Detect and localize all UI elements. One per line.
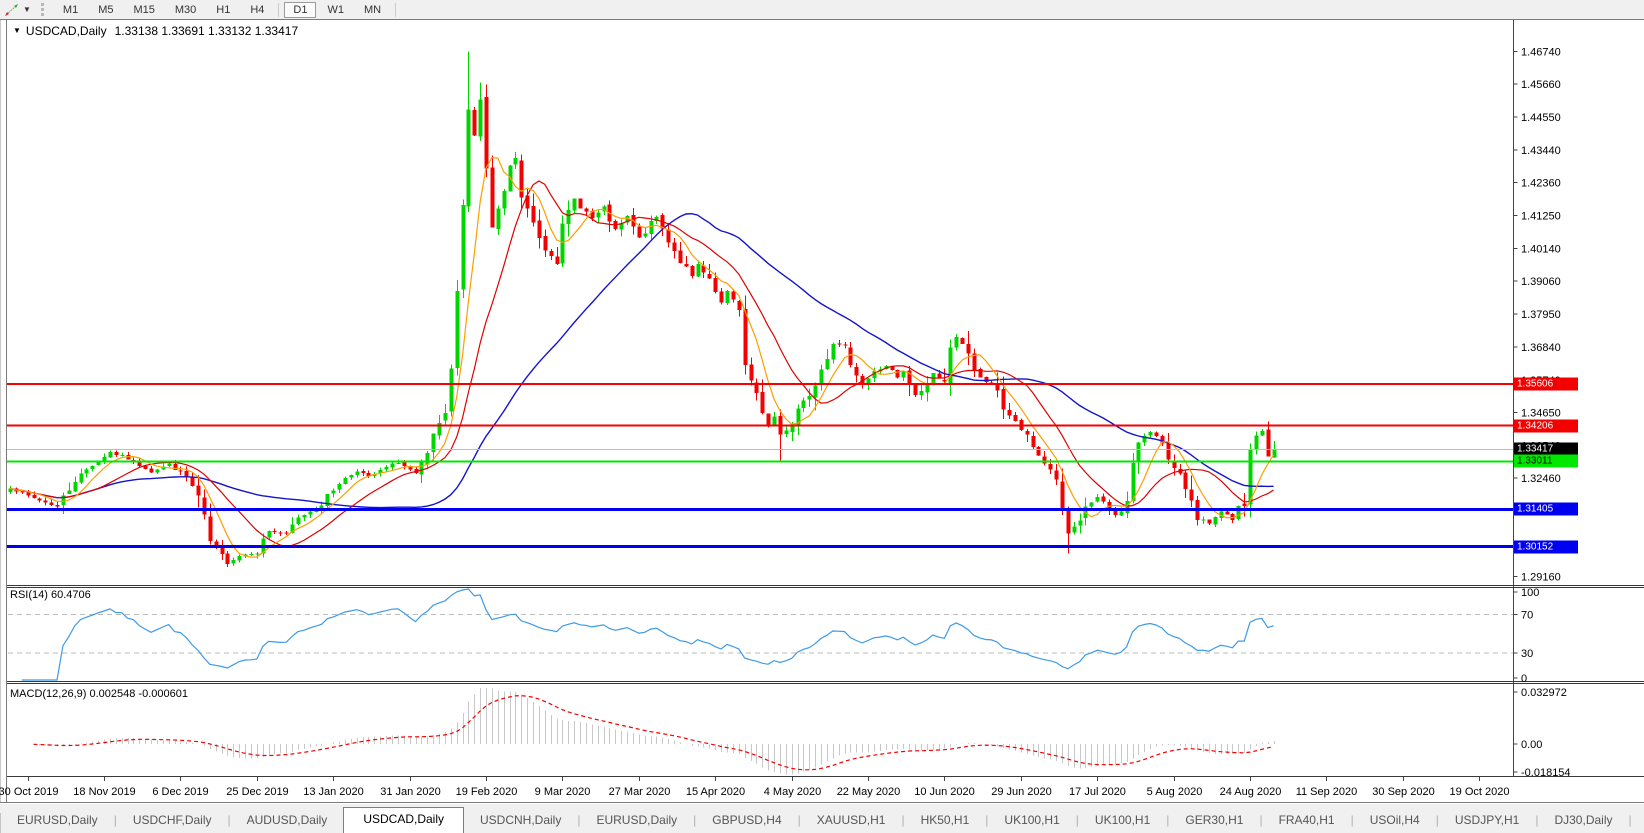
chart-tab-eurusd-daily[interactable]: EURUSD,Daily — [580, 809, 693, 833]
chart-tab-uk100-h1[interactable]: UK100,H1 — [1079, 809, 1166, 833]
chart-tab-audusd-daily[interactable]: AUDUSD,Daily — [231, 809, 344, 833]
svg-text:30 Oct 2019: 30 Oct 2019 — [0, 786, 58, 798]
timeframe-mn-button[interactable]: MN — [355, 2, 390, 18]
chart-symbol-period: USDCAD,Daily — [26, 24, 107, 38]
svg-text:19 Feb 2020: 19 Feb 2020 — [456, 786, 518, 798]
svg-text:6 Dec 2019: 6 Dec 2019 — [152, 786, 208, 798]
svg-text:1.45660: 1.45660 — [1521, 79, 1561, 91]
timeframe-h4-button[interactable]: H4 — [241, 2, 273, 18]
svg-text:11 Sep 2020: 11 Sep 2020 — [1296, 786, 1358, 798]
price-tag-resistance-1: 1.35606 — [1514, 377, 1578, 390]
price-tag-pivot: 1.33011 — [1514, 455, 1578, 468]
timeframe-h1-button[interactable]: H1 — [207, 2, 239, 18]
timeframe-m1-button[interactable]: M1 — [54, 2, 87, 18]
toolbar-separator — [395, 3, 396, 17]
chart-tab-usoil-h4[interactable]: USOil,H4 — [1354, 809, 1436, 833]
svg-text:1.46740: 1.46740 — [1521, 47, 1561, 59]
chart-tab-usdchf-daily[interactable]: USDCHF,Daily — [117, 809, 228, 833]
chart-tab-gbpusd-h4[interactable]: GBPUSD,H4 — [696, 809, 797, 833]
chart-tool-icon[interactable] — [4, 3, 20, 17]
chart-tab-usdcad-daily[interactable]: USDCAD,Daily — [343, 807, 464, 833]
timeframe-w1-button[interactable]: W1 — [318, 2, 353, 18]
price-tag-resistance-2: 1.34206 — [1514, 419, 1578, 432]
timeframe-m30-button[interactable]: M30 — [166, 2, 205, 18]
svg-text:1.39060: 1.39060 — [1521, 276, 1561, 288]
toolbar-separator — [278, 3, 279, 17]
svg-text:27 Mar 2020: 27 Mar 2020 — [609, 786, 671, 798]
chart-tab-usdjpy-h1[interactable]: USDJPY,H1 — [1439, 809, 1535, 833]
svg-text:9 Mar 2020: 9 Mar 2020 — [535, 786, 591, 798]
price-tag-support-2: 1.30152 — [1514, 540, 1578, 553]
svg-text:10 Jun 2020: 10 Jun 2020 — [914, 786, 975, 798]
svg-text:1.41250: 1.41250 — [1521, 211, 1561, 223]
svg-text:100: 100 — [1521, 587, 1539, 599]
svg-text:1.40140: 1.40140 — [1521, 244, 1561, 256]
timeframe-d1-button[interactable]: D1 — [284, 2, 316, 18]
svg-text:-0.018154: -0.018154 — [1521, 767, 1571, 779]
svg-text:31 Jan 2020: 31 Jan 2020 — [380, 786, 441, 798]
chart-tab-china300-h1[interactable]: CHINA300,H1 — [1632, 809, 1644, 833]
svg-text:30: 30 — [1521, 648, 1533, 660]
svg-text:25 Dec 2019: 25 Dec 2019 — [226, 786, 288, 798]
chart-area[interactable]: 1.46740 1.45660 1.44550 1.43440 1.42360 1.412… — [0, 0, 1644, 833]
svg-text:17 Jul 2020: 17 Jul 2020 — [1069, 786, 1126, 798]
svg-text:24 Aug 2020: 24 Aug 2020 — [1220, 786, 1282, 798]
chart-tab-hk50-h1[interactable]: HK50,H1 — [905, 809, 986, 833]
svg-text:29 Jun 2020: 29 Jun 2020 — [991, 786, 1052, 798]
chart-ohlc-values: 1.33138 1.33691 1.33132 1.33417 — [115, 24, 299, 38]
svg-text:30 Sep 2020: 30 Sep 2020 — [1372, 786, 1434, 798]
svg-text:4 May 2020: 4 May 2020 — [764, 786, 821, 798]
mt4-terminal: { "toolbar": { "timeframes": ["M1","M5",… — [0, 0, 1644, 833]
chart-tabbar: EURUSD,Daily|USDCHF,Daily|AUDUSD,DailyUS… — [0, 804, 1644, 833]
chart-tab-eurusd-daily[interactable]: EURUSD,Daily — [1, 809, 114, 833]
chart-tab-fra40-h1[interactable]: FRA40,H1 — [1263, 809, 1351, 833]
chart-tab-usdcnh-daily[interactable]: USDCNH,Daily — [464, 809, 577, 833]
svg-text:13 Jan 2020: 13 Jan 2020 — [303, 786, 364, 798]
chart-title: ▼ USDCAD,Daily 1.33138 1.33691 1.33132 1.3… — [13, 24, 298, 38]
macd-indicator-label: MACD(12,26,9) 0.002548 -0.000601 — [10, 688, 188, 700]
chart-tab-dj30-daily[interactable]: DJ30,Daily — [1538, 809, 1628, 833]
chart-tab-uk100-h1[interactable]: UK100,H1 — [988, 809, 1075, 833]
svg-text:1.32460: 1.32460 — [1521, 473, 1561, 485]
svg-text:1.37950: 1.37950 — [1521, 309, 1561, 321]
svg-text:18 Nov 2019: 18 Nov 2019 — [73, 786, 135, 798]
svg-text:1.42360: 1.42360 — [1521, 177, 1561, 189]
chart-tab-xauusd-h1[interactable]: XAUUSD,H1 — [801, 809, 902, 833]
svg-text:22 May 2020: 22 May 2020 — [837, 786, 901, 798]
svg-text:0.00: 0.00 — [1521, 739, 1542, 751]
chevron-down-icon[interactable]: ▼ — [23, 5, 31, 14]
rsi-indicator-label: RSI(14) 60.4706 — [10, 589, 91, 601]
svg-text:1.44550: 1.44550 — [1521, 112, 1561, 124]
collapse-triangle-icon[interactable]: ▼ — [13, 26, 21, 35]
chart-tab-ger30-h1[interactable]: GER30,H1 — [1169, 809, 1259, 833]
price-tag-support-1: 1.31405 — [1514, 503, 1578, 516]
svg-text:1.43440: 1.43440 — [1521, 145, 1561, 157]
svg-text:1.36840: 1.36840 — [1521, 342, 1561, 354]
svg-text:19 Oct 2020: 19 Oct 2020 — [1450, 786, 1510, 798]
svg-text:5 Aug 2020: 5 Aug 2020 — [1147, 786, 1203, 798]
timeframe-m15-button[interactable]: M15 — [124, 2, 163, 18]
svg-text:15 Apr 2020: 15 Apr 2020 — [686, 786, 745, 798]
svg-text:1.29160: 1.29160 — [1521, 571, 1561, 583]
timeframe-m5-button[interactable]: M5 — [89, 2, 122, 18]
toolbar-drag-handle[interactable] — [41, 3, 44, 16]
timeframe-toolbar: ▼ M1M5M15M30H1H4 D1W1MN — [0, 0, 1644, 19]
price-tag-current-price: 1.33417 — [1514, 443, 1578, 456]
svg-text:70: 70 — [1521, 610, 1533, 622]
svg-text:1.34650: 1.34650 — [1521, 407, 1561, 419]
svg-text:0: 0 — [1521, 673, 1527, 685]
svg-text:0.032972: 0.032972 — [1521, 687, 1567, 699]
